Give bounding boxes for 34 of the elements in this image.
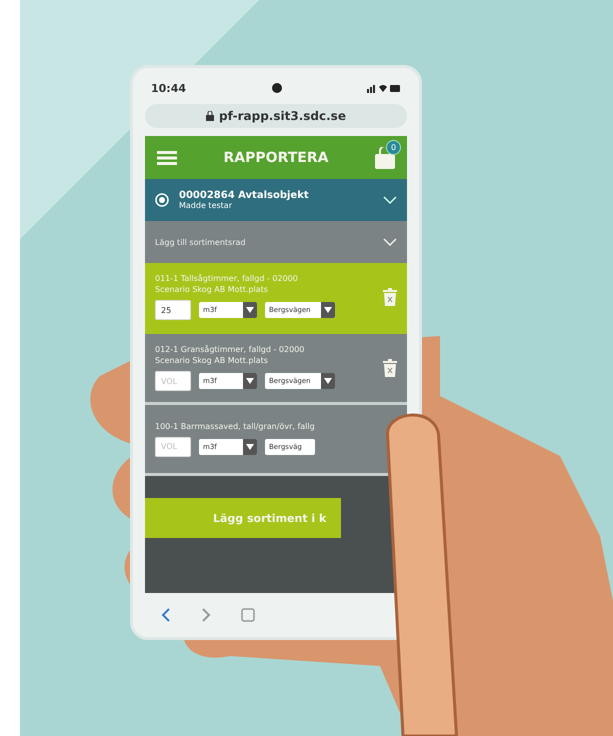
camera-icon	[272, 83, 282, 93]
dropdown-caret-icon[interactable]	[321, 302, 335, 318]
volume-field[interactable]: 25	[155, 300, 191, 320]
dropdown-caret-icon[interactable]	[243, 438, 257, 454]
lock-icon	[206, 111, 214, 121]
header-title: RAPPORTERA	[224, 150, 328, 166]
chevron-down-icon[interactable]	[383, 238, 397, 246]
status-icons	[366, 83, 401, 93]
back-icon[interactable]	[161, 608, 171, 622]
dropdown-caret-icon[interactable]	[243, 373, 257, 389]
object-subtitle: Madde testar	[179, 201, 233, 210]
add-row-label: Lägg till sortimentsrad	[155, 238, 246, 246]
assortment-title: 012-1 Gransågtimmer, fallgd - 02000	[155, 345, 306, 354]
object-row[interactable]: 00002864 Avtalsobjekt Madde testar	[145, 179, 407, 221]
dropdown-caret-icon[interactable]	[243, 302, 257, 318]
tabs-icon[interactable]	[241, 608, 255, 622]
volume-field[interactable]: VOL	[155, 436, 191, 456]
url-text: pf-rapp.sit3.sdc.se	[219, 109, 346, 123]
assortment-place: Scenario Skog AB Mott.plats	[155, 285, 269, 294]
assortment-place: Scenario Skog AB Mott.plats	[155, 356, 269, 365]
object-title: 00002864 Avtalsobjekt	[179, 190, 310, 201]
status-time: 10:44	[151, 82, 186, 94]
trash-icon[interactable]	[383, 359, 397, 377]
dropdown-caret-icon[interactable]	[321, 373, 335, 389]
volume-field[interactable]: VOL	[155, 371, 191, 391]
trash-icon[interactable]	[383, 288, 397, 306]
radio-icon[interactable]	[155, 193, 169, 207]
address-bar[interactable]: pf-rapp.sit3.sdc.se	[145, 104, 407, 128]
forward-icon[interactable]	[201, 608, 211, 622]
assortment-title: 011-1 Tallsågtimmer, fallgd - 02000	[155, 274, 299, 283]
menu-icon[interactable]	[157, 150, 177, 164]
assortment-title: 100-1 Barrmassaved, tall/gran/övr, fallg	[155, 422, 316, 430]
cart-count-badge: 0	[386, 140, 401, 154]
chevron-down-icon[interactable]	[383, 196, 397, 204]
